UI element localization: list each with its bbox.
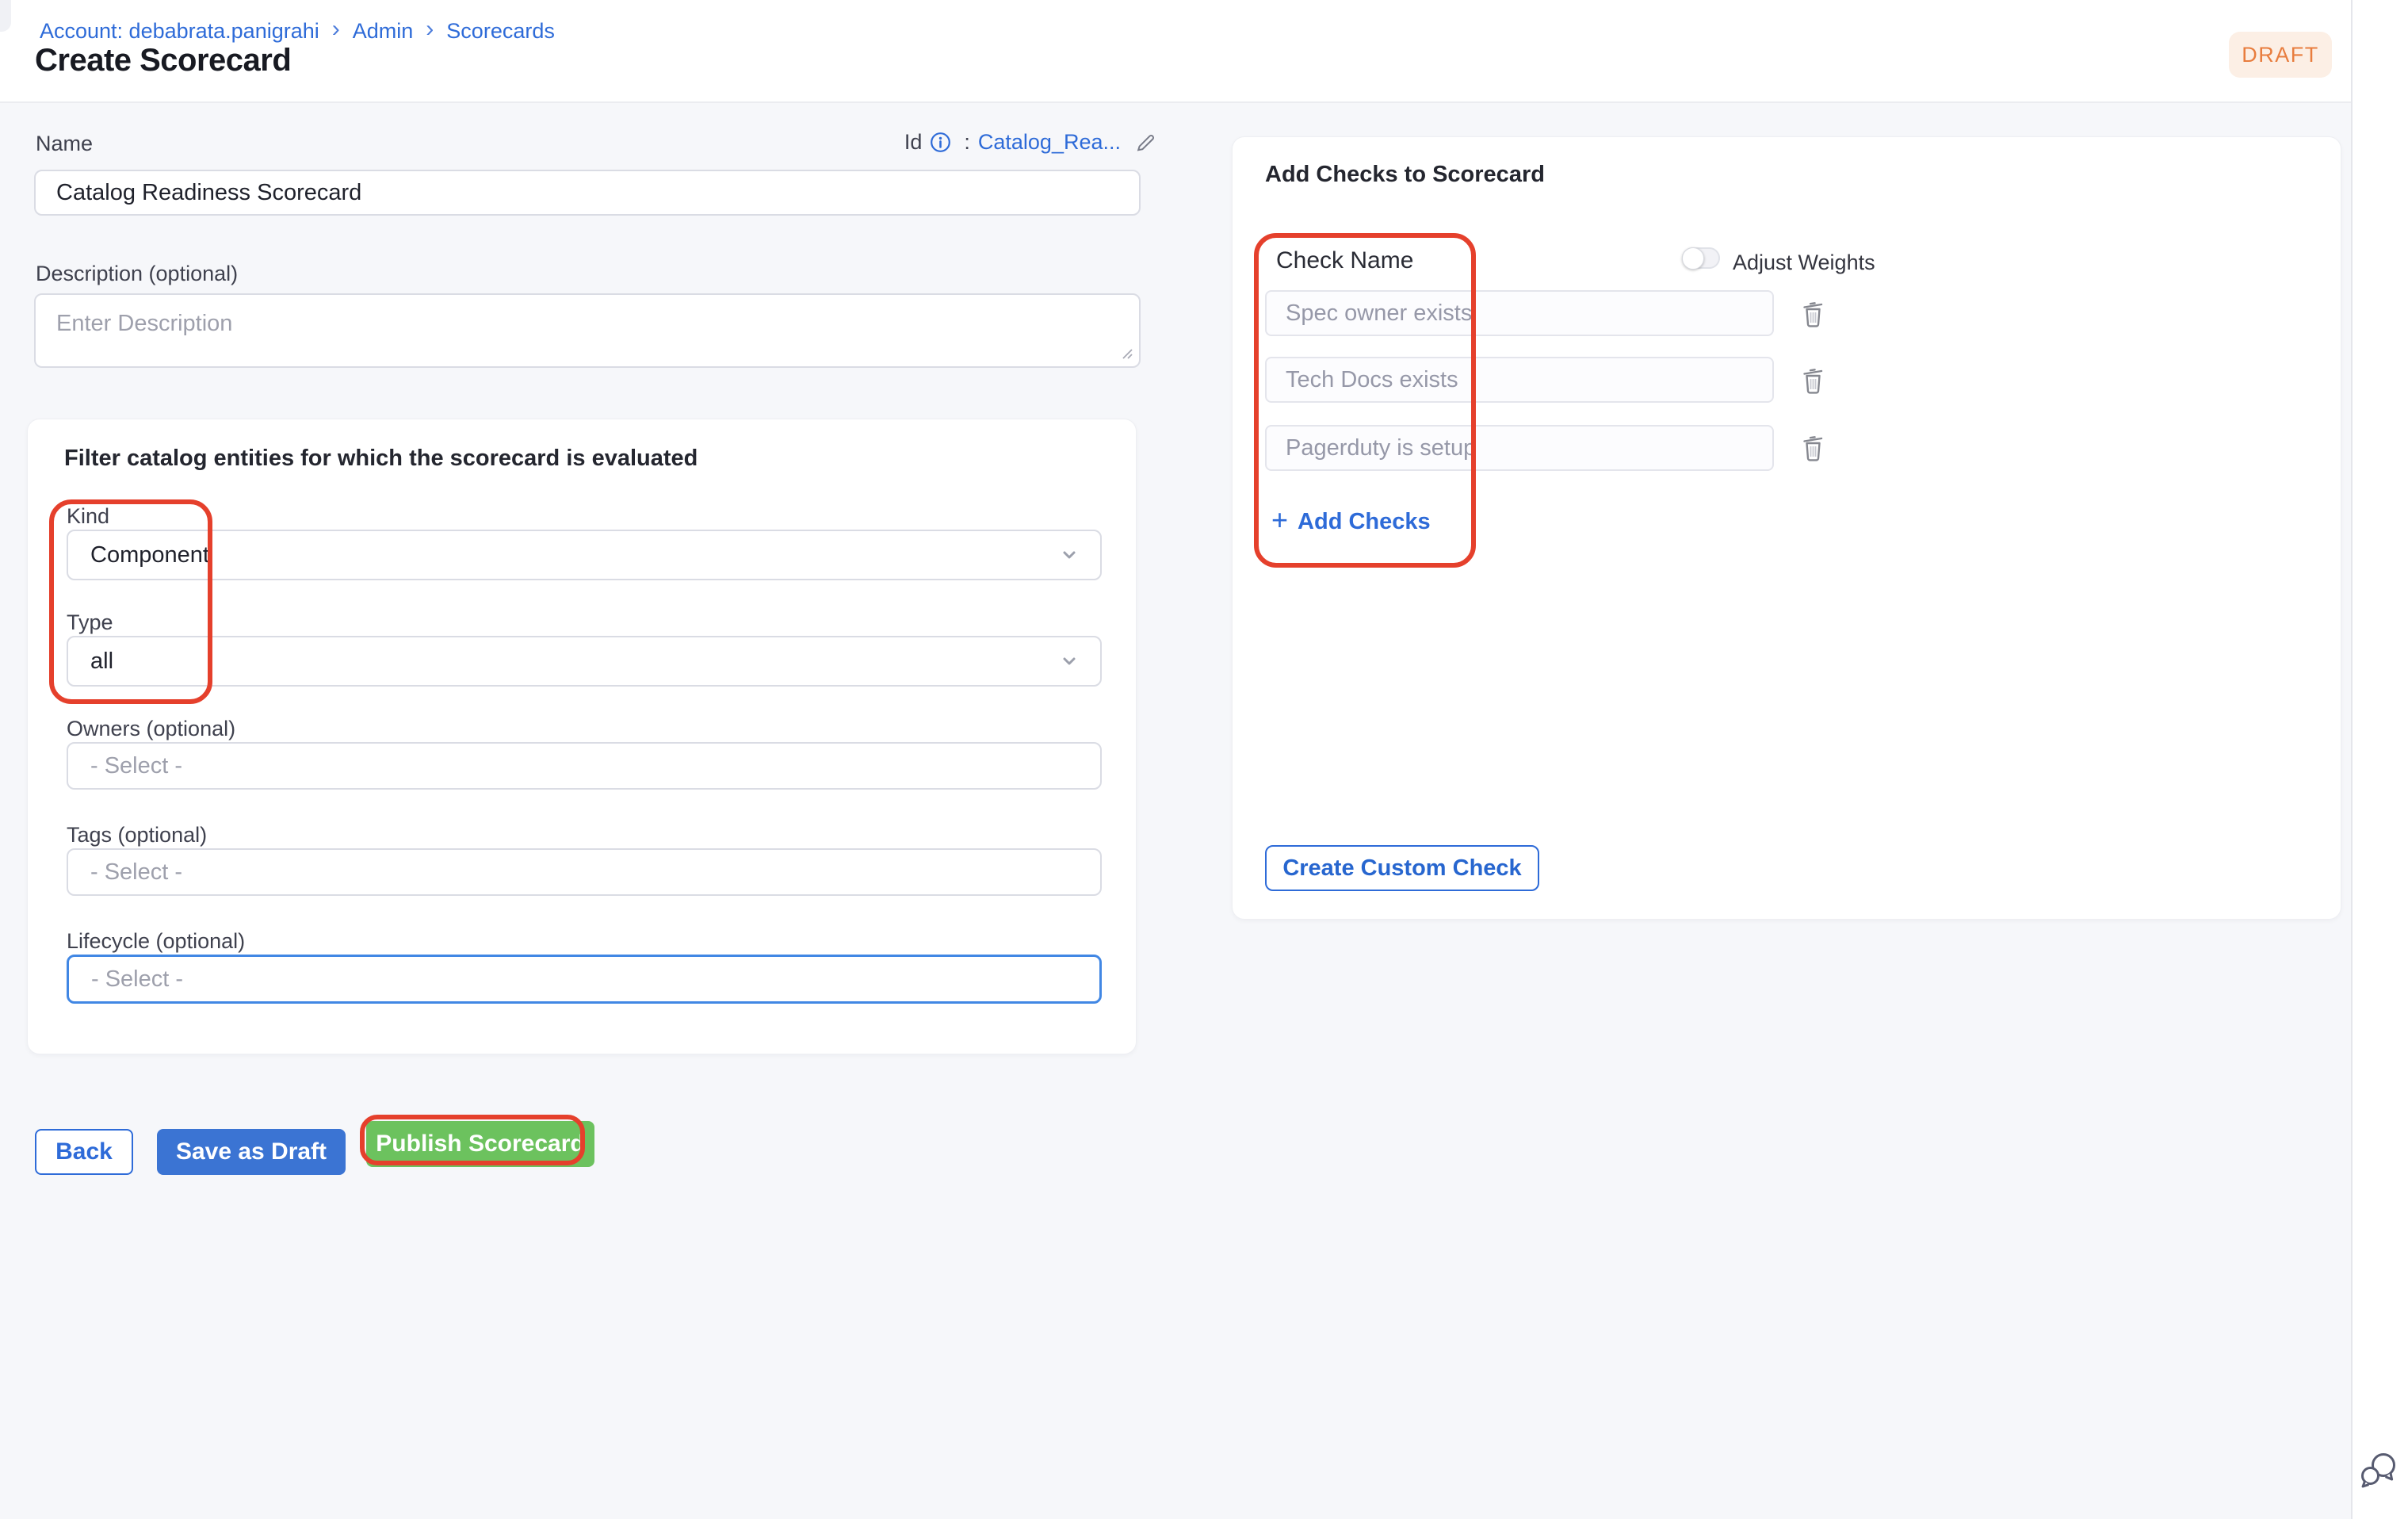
toggle-knob <box>1682 247 1704 270</box>
adjust-weights-toggle[interactable] <box>1682 247 1720 269</box>
owners-placeholder: - Select - <box>90 753 182 779</box>
type-select-value: all <box>90 649 113 675</box>
kind-label: Kind <box>67 504 109 529</box>
page-title: Create Scorecard <box>35 43 291 78</box>
resize-handle-icon[interactable] <box>1119 346 1133 360</box>
chevron-down-icon <box>1057 543 1081 567</box>
trash-icon <box>1800 432 1827 464</box>
id-colon: : <box>964 130 970 155</box>
publish-scorecard-button[interactable]: Publish Scorecard <box>366 1121 594 1167</box>
breadcrumb-admin-link[interactable]: Admin <box>353 19 414 44</box>
scorecard-id-value[interactable]: Catalog_Rea... <box>978 130 1121 155</box>
info-icon[interactable] <box>930 132 951 153</box>
right-rail <box>2351 0 2408 1519</box>
type-label: Type <box>67 610 113 635</box>
check-name-input[interactable]: Spec owner exists <box>1265 290 1774 336</box>
back-button[interactable]: Back <box>35 1129 133 1175</box>
kind-select-value: Component <box>90 542 209 568</box>
name-field-label: Name <box>36 132 93 156</box>
name-input[interactable] <box>34 170 1141 216</box>
check-name-input[interactable]: Pagerduty is setup <box>1265 425 1774 471</box>
kind-select[interactable]: Component <box>67 530 1102 580</box>
save-as-draft-button[interactable]: Save as Draft <box>157 1129 346 1175</box>
filter-heading: Filter catalog entities for which the sc… <box>64 446 698 472</box>
delete-check-button[interactable] <box>1798 363 1829 398</box>
page-header: Account: debabrata.panigrahi › Admin › S… <box>0 0 2351 103</box>
nav-collapse-notch <box>0 0 11 32</box>
tags-placeholder: - Select - <box>90 859 182 886</box>
chat-bubbles-icon <box>2357 1448 2402 1493</box>
lifecycle-select[interactable]: - Select - <box>67 955 1102 1004</box>
edit-id-button[interactable] <box>1133 131 1157 155</box>
check-name-input[interactable]: Tech Docs exists <box>1265 357 1774 403</box>
chevron-right-icon: › <box>426 17 434 44</box>
create-custom-check-button[interactable]: Create Custom Check <box>1265 845 1539 891</box>
pencil-icon <box>1133 131 1157 155</box>
lifecycle-label: Lifecycle (optional) <box>67 929 245 954</box>
breadcrumb: Account: debabrata.panigrahi › Admin › S… <box>40 17 555 44</box>
chevron-right-icon: › <box>332 17 340 44</box>
add-checks-label: Add Checks <box>1298 509 1431 535</box>
status-badge: DRAFT <box>2229 32 2332 78</box>
feedback-chat-button[interactable] <box>2356 1448 2403 1495</box>
chevron-down-icon <box>1057 649 1081 673</box>
delete-check-button[interactable] <box>1798 430 1829 465</box>
id-label: Id <box>904 130 923 155</box>
description-field-label: Description (optional) <box>36 262 238 286</box>
lifecycle-placeholder: - Select - <box>91 966 183 993</box>
owners-select[interactable]: - Select - <box>67 742 1102 790</box>
scorecard-id-row: Id : Catalog_Rea... <box>793 130 1157 155</box>
add-checks-heading: Add Checks to Scorecard <box>1265 162 1545 188</box>
tags-select[interactable]: - Select - <box>67 848 1102 896</box>
trash-icon <box>1800 365 1827 396</box>
description-textarea[interactable] <box>34 293 1141 368</box>
tags-label: Tags (optional) <box>67 823 207 848</box>
check-name-column-header: Check Name <box>1276 247 1413 274</box>
plus-icon: + <box>1271 506 1288 538</box>
adjust-weights-label: Adjust Weights <box>1733 251 1875 275</box>
breadcrumb-account-link[interactable]: Account: debabrata.panigrahi <box>40 19 319 44</box>
type-select[interactable]: all <box>67 636 1102 687</box>
trash-icon <box>1800 298 1827 330</box>
delete-check-button[interactable] <box>1798 297 1829 331</box>
breadcrumb-scorecards-link[interactable]: Scorecards <box>446 19 555 44</box>
add-checks-button[interactable]: + Add Checks <box>1271 506 1431 538</box>
owners-label: Owners (optional) <box>67 717 235 741</box>
